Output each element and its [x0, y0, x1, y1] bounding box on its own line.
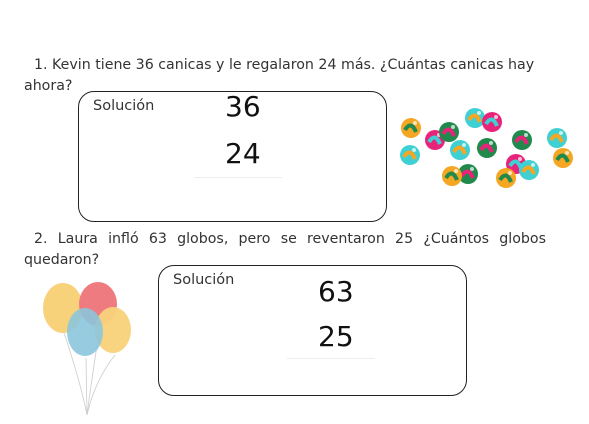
problem-2-solution-box: Solución 63 25	[158, 265, 467, 396]
marble	[442, 166, 462, 186]
marble	[465, 108, 485, 128]
number-first: 63	[318, 275, 354, 308]
marble	[553, 148, 573, 168]
number-first: 36	[225, 90, 261, 123]
solution-label: Solución	[173, 272, 235, 288]
marbles-illustration	[400, 108, 573, 188]
problem-1-solution-box: Solución 36 24	[78, 90, 387, 222]
answer-line	[287, 358, 375, 359]
solution-label: Solución	[93, 98, 155, 114]
marble	[496, 168, 516, 188]
marble	[400, 145, 420, 165]
marble	[477, 138, 497, 158]
answer-line	[194, 177, 282, 178]
marble	[450, 140, 470, 160]
marble	[439, 122, 459, 142]
worksheet-page: 1. Kevin tiene 36 canicas y le regalaron…	[0, 0, 589, 424]
marble	[519, 160, 539, 180]
balloon-blue	[67, 308, 103, 356]
marble	[512, 130, 532, 150]
marble	[482, 112, 502, 132]
number-second: 25	[318, 320, 354, 353]
marble	[401, 118, 421, 138]
number-second: 24	[225, 137, 261, 170]
marble	[547, 128, 567, 148]
balloons-illustration	[43, 282, 131, 416]
